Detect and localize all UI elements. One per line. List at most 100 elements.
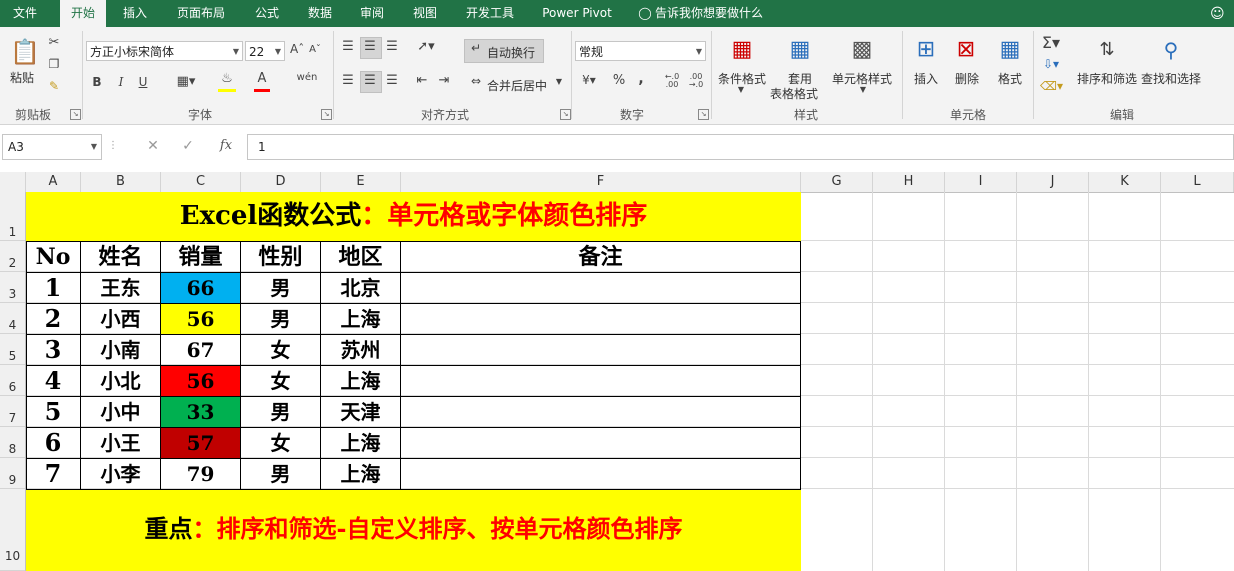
merge-center-button[interactable]: 合并后居中 xyxy=(487,77,547,94)
cell-remarks[interactable] xyxy=(401,304,801,335)
cell-no[interactable]: 2 xyxy=(26,304,81,335)
tab-review[interactable]: 审阅 xyxy=(350,0,394,27)
increase-decimal-icon[interactable]: ←.0.00 xyxy=(662,73,682,89)
conditional-formatting-icon[interactable]: ▦ xyxy=(728,35,756,65)
clipboard-launcher-icon[interactable]: ↘ xyxy=(70,109,81,120)
cell-gender[interactable]: 女 xyxy=(241,366,321,397)
phonetic-icon[interactable]: wén xyxy=(296,72,318,83)
cell-name[interactable]: 小王 xyxy=(81,428,161,459)
align-top-icon[interactable]: ☰ xyxy=(340,39,356,54)
cell-gender[interactable]: 女 xyxy=(241,335,321,366)
cell-name[interactable]: 小南 xyxy=(81,335,161,366)
column-header[interactable]: J xyxy=(1017,172,1089,192)
insert-cells-button[interactable]: 插入 xyxy=(914,70,938,87)
comma-button[interactable]: , xyxy=(634,71,648,87)
cell-no[interactable]: 1 xyxy=(26,273,81,304)
increase-font-icon[interactable]: Aˆ xyxy=(290,42,304,56)
autosum-icon[interactable]: Σ▾ xyxy=(1040,33,1062,52)
cell-region[interactable]: 上海 xyxy=(321,459,401,490)
number-launcher-icon[interactable]: ↘ xyxy=(698,109,709,120)
number-format-select[interactable]: 常规 ▼ xyxy=(575,41,706,61)
column-header[interactable]: I xyxy=(945,172,1017,192)
decrease-decimal-icon[interactable]: .00 →.0 xyxy=(686,73,706,89)
column-header[interactable]: C xyxy=(161,172,241,192)
decrease-indent-icon[interactable]: ⇤ xyxy=(414,73,430,88)
cell-sales[interactable]: 66 xyxy=(161,273,241,304)
cell-region[interactable]: 苏州 xyxy=(321,335,401,366)
format-as-table-icon[interactable]: ▦ xyxy=(786,35,814,65)
cell-remarks[interactable] xyxy=(401,335,801,366)
bold-button[interactable]: B xyxy=(90,75,104,89)
cell-no[interactable]: 5 xyxy=(26,397,81,428)
borders-icon[interactable]: ▦▾ xyxy=(172,74,200,89)
italic-button[interactable]: I xyxy=(114,75,128,89)
search-icon[interactable]: ⚲ xyxy=(1156,35,1186,65)
chevron-down-icon[interactable]: ▼ xyxy=(858,85,868,94)
worksheet-grid[interactable]: Excel函数公式：单元格或字体颜色排序 No 姓名 销量 性别 地区 备注 1… xyxy=(26,192,1234,571)
cell-sales[interactable]: 56 xyxy=(161,304,241,335)
align-left-icon[interactable]: ☰ xyxy=(340,73,356,88)
row-header[interactable]: 5 xyxy=(0,334,25,365)
cell-no[interactable]: 4 xyxy=(26,366,81,397)
font-size-select[interactable]: 22 ▼ xyxy=(245,41,285,61)
decrease-font-icon[interactable]: Aˇ xyxy=(308,44,322,55)
fill-icon[interactable]: ⇩▾ xyxy=(1040,57,1062,71)
select-all-corner[interactable] xyxy=(0,172,26,192)
insert-cells-icon[interactable]: ⊞ xyxy=(912,35,940,65)
sort-filter-button[interactable]: 排序和筛选 xyxy=(1077,70,1137,87)
row-header[interactable]: 4 xyxy=(0,303,25,334)
tab-home[interactable]: 开始 xyxy=(60,0,106,27)
paste-icon[interactable]: 📋 xyxy=(10,37,40,67)
tab-view[interactable]: 视图 xyxy=(403,0,447,27)
tab-power-pivot[interactable]: Power Pivot xyxy=(535,0,619,27)
name-box[interactable]: A3 ▼ xyxy=(2,134,102,160)
delete-cells-button[interactable]: 删除 xyxy=(955,70,979,87)
cell-name[interactable]: 小中 xyxy=(81,397,161,428)
header-remarks[interactable]: 备注 xyxy=(401,242,801,273)
clear-icon[interactable]: ⌫▾ xyxy=(1040,79,1063,93)
format-painter-icon[interactable]: ✎ xyxy=(46,79,62,93)
find-select-button[interactable]: 查找和选择 xyxy=(1141,70,1201,87)
paste-button[interactable]: 粘贴 xyxy=(10,69,34,86)
sheet-note[interactable]: 重点：排序和筛选-自定义排序、按单元格颜色排序 xyxy=(26,490,801,571)
cell-gender[interactable]: 男 xyxy=(241,397,321,428)
cell-remarks[interactable] xyxy=(401,366,801,397)
cell-region[interactable]: 上海 xyxy=(321,366,401,397)
merge-center-icon[interactable]: ⇔ xyxy=(468,74,484,88)
cut-icon[interactable]: ✂ xyxy=(46,35,62,50)
row-header[interactable]: 8 xyxy=(0,427,25,458)
column-header[interactable]: D xyxy=(241,172,321,192)
header-name[interactable]: 姓名 xyxy=(81,242,161,273)
header-region[interactable]: 地区 xyxy=(321,242,401,273)
tab-file[interactable]: 文件 xyxy=(0,0,50,27)
cell-name[interactable]: 小李 xyxy=(81,459,161,490)
row-header[interactable]: 6 xyxy=(0,365,25,396)
cell-sales[interactable]: 79 xyxy=(161,459,241,490)
align-middle-icon[interactable]: ☰ xyxy=(362,39,378,54)
fill-color-icon[interactable]: ♨ xyxy=(218,71,236,92)
cell-remarks[interactable] xyxy=(401,428,801,459)
align-right-icon[interactable]: ☰ xyxy=(384,73,400,88)
underline-button[interactable]: U xyxy=(136,75,150,89)
column-header[interactable]: H xyxy=(873,172,945,192)
increase-indent-icon[interactable]: ⇥ xyxy=(436,73,452,88)
enter-icon[interactable]: ✓ xyxy=(180,138,196,154)
formula-input[interactable]: 1 xyxy=(247,134,1234,160)
align-center-icon[interactable]: ☰ xyxy=(362,73,378,88)
currency-icon[interactable]: ¥▾ xyxy=(576,73,602,87)
row-header[interactable]: 2 xyxy=(0,241,25,272)
format-cells-icon[interactable]: ▦ xyxy=(996,35,1024,65)
tab-insert[interactable]: 插入 xyxy=(112,0,158,27)
tab-formulas[interactable]: 公式 xyxy=(245,0,289,27)
header-gender[interactable]: 性别 xyxy=(241,242,321,273)
chevron-down-icon[interactable]: ▼ xyxy=(554,77,564,86)
tell-me-box[interactable]: 告诉我你想要做什么 xyxy=(655,0,770,27)
cell-sales[interactable]: 56 xyxy=(161,366,241,397)
cell-remarks[interactable] xyxy=(401,459,801,490)
tab-data[interactable]: 数据 xyxy=(298,0,342,27)
cell-region[interactable]: 上海 xyxy=(321,304,401,335)
cell-no[interactable]: 7 xyxy=(26,459,81,490)
align-bottom-icon[interactable]: ☰ xyxy=(384,39,400,54)
insert-function-button[interactable]: fx xyxy=(216,138,236,153)
chevron-down-icon[interactable]: ▼ xyxy=(736,85,746,94)
